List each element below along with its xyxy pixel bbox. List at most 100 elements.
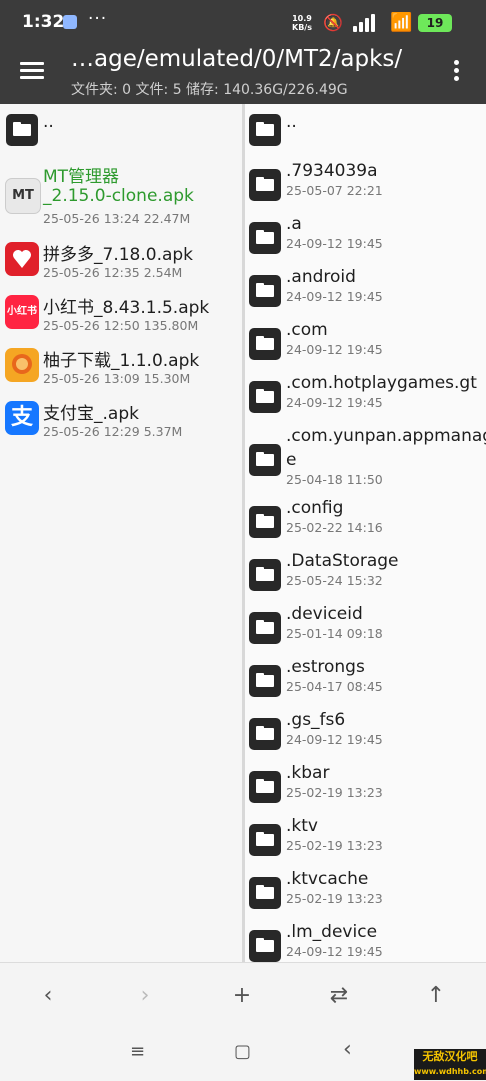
file-item[interactable]: 拼多多_7.18.0.apk 25-05-26 12:35 2.54M: [0, 240, 242, 286]
folder-item[interactable]: .a 24-09-12 19:45: [245, 214, 486, 267]
back-arrow-icon[interactable]: ‹: [28, 983, 68, 1008]
folder-item[interactable]: .gs_fs6 24-09-12 19:45: [245, 710, 486, 763]
file-item[interactable]: 柚子下载_1.1.0.apk 25-05-26 13:09 15.30M: [0, 346, 242, 392]
folder-meta: 24-09-12 19:45: [286, 236, 383, 251]
folder-name: .android: [286, 267, 356, 287]
folder-meta: 25-05-24 15:32: [286, 573, 383, 588]
folder-item[interactable]: .com.yunpan.appmanage e 25-04-18 11:50: [245, 426, 486, 498]
folder-icon: [249, 930, 281, 962]
file-item[interactable]: 支 支付宝_.apk 25-05-26 12:29 5.37M: [0, 399, 242, 445]
folder-item[interactable]: .ktv 25-02-19 13:23: [245, 816, 486, 869]
folder-name: .ktv: [286, 816, 318, 836]
folder-meta: 24-09-12 19:45: [286, 342, 383, 357]
network-speed: 10.9 KB/s: [292, 14, 312, 32]
folder-meta: 25-02-22 14:16: [286, 520, 383, 535]
file-item[interactable]: MT MT管理器 _2.15.0-clone.apk 25-05-26 13:2…: [0, 162, 242, 228]
add-icon[interactable]: +: [222, 983, 262, 1008]
pinduoduo-icon: [5, 242, 39, 276]
folder-item[interactable]: .lm_device 24-09-12 19:45: [245, 922, 486, 962]
folder-name: .7934039a: [286, 161, 378, 181]
folder-icon: [249, 877, 281, 909]
folder-icon: [249, 169, 281, 201]
current-path[interactable]: …age/emulated/0/MT2/apks/: [71, 46, 402, 72]
folder-icon: [249, 506, 281, 538]
folder-meta: 25-02-19 13:23: [286, 785, 383, 800]
folder-icon: [249, 381, 281, 413]
folder-icon: [249, 718, 281, 750]
folder-name: .kbar: [286, 763, 330, 783]
signal-icon: [353, 14, 379, 32]
forward-arrow-icon[interactable]: ›: [125, 983, 165, 1008]
folder-item[interactable]: .7934039a 25-05-07 22:21: [245, 161, 486, 214]
folder-meta: 25-02-19 13:23: [286, 891, 383, 906]
watermark-badge: 无敌汉化吧 www.wdhhb.com: [414, 1049, 486, 1080]
folder-icon: [249, 328, 281, 360]
folder-icon: [249, 665, 281, 697]
folder-meta: 25-02-19 13:23: [286, 838, 383, 853]
mt-manager-icon: MT: [5, 178, 41, 214]
folder-meta: 25-04-18 11:50: [286, 472, 383, 487]
xiaohongshu-icon: 小红书: [5, 295, 39, 329]
folder-icon: [249, 275, 281, 307]
more-options-button[interactable]: [452, 60, 460, 82]
parent-directory-item[interactable]: ..: [0, 104, 242, 154]
status-time: 1:32: [22, 12, 65, 32]
folder-name: .com.hotplaygames.gt: [286, 373, 477, 393]
nav-menu-icon[interactable]: ≡: [130, 1041, 145, 1062]
folder-item[interactable]: .com.hotplaygames.gt 24-09-12 19:45: [245, 373, 486, 426]
folder-meta: 24-09-12 19:45: [286, 732, 383, 747]
nav-back-icon[interactable]: ‹: [343, 1037, 352, 1062]
folder-icon: [249, 222, 281, 254]
status-bar: 1:32 ··· 10.9 KB/s 🔕 📶 19: [0, 0, 486, 46]
battery-indicator: 19: [418, 14, 452, 32]
folder-icon: [6, 114, 38, 146]
folder-name: .ktvcache: [286, 869, 369, 889]
more-notifications-icon: ···: [88, 9, 108, 29]
folder-name: .deviceid: [286, 604, 363, 624]
folder-meta: 25-05-07 22:21: [286, 183, 383, 198]
left-file-pane[interactable]: .. MT MT管理器 _2.15.0-clone.apk 25-05-26 1…: [0, 104, 242, 962]
youzi-icon: [5, 348, 39, 382]
storage-info: 文件夹: 0 文件: 5 储存: 140.36G/226.49G: [71, 82, 348, 98]
folder-name: .com.yunpan.appmanage: [286, 426, 486, 446]
swap-panes-icon[interactable]: ⇄: [319, 983, 359, 1008]
folder-name: .config: [286, 498, 344, 518]
folder-item[interactable]: .config 25-02-22 14:16: [245, 498, 486, 551]
folder-name: .DataStorage: [286, 551, 399, 571]
folder-item[interactable]: .estrongs 25-04-17 08:45: [245, 657, 486, 710]
folder-meta: 25-04-17 08:45: [286, 679, 383, 694]
folder-icon: [249, 612, 281, 644]
parent-directory-item[interactable]: ..: [245, 104, 486, 150]
folder-item[interactable]: .com 24-09-12 19:45: [245, 320, 486, 373]
folder-meta: 24-09-12 19:45: [286, 395, 383, 410]
folder-name-wrap: e: [286, 450, 297, 470]
folder-item[interactable]: .android 24-09-12 19:45: [245, 267, 486, 320]
folder-icon: [249, 824, 281, 856]
file-item[interactable]: 小红书 小红书_8.43.1.5.apk 25-05-26 12:50 135.…: [0, 293, 242, 339]
alipay-icon: 支: [5, 401, 39, 435]
folder-name: .gs_fs6: [286, 710, 346, 730]
folder-meta: 25-01-14 09:18: [286, 626, 383, 641]
folder-icon: [249, 771, 281, 803]
folder-meta: 24-09-12 19:45: [286, 289, 383, 304]
nav-home-icon[interactable]: ▢: [234, 1041, 251, 1062]
right-file-pane[interactable]: .. .7934039a 25-05-07 22:21 .a 24-09-12 19:…: [245, 104, 486, 962]
mute-icon: 🔕: [323, 13, 343, 32]
folder-icon: [249, 559, 281, 591]
folder-item[interactable]: .kbar 25-02-19 13:23: [245, 763, 486, 816]
folder-icon: [249, 114, 281, 146]
wifi-icon: 📶: [390, 12, 413, 33]
app-bar: 1:32 ··· 10.9 KB/s 🔕 📶 19 …age/emulated/0…: [0, 0, 486, 104]
folder-name: .a: [286, 214, 302, 234]
folder-item[interactable]: .DataStorage 25-05-24 15:32: [245, 551, 486, 604]
folder-name: .estrongs: [286, 657, 365, 677]
folder-item[interactable]: .deviceid 25-01-14 09:18: [245, 604, 486, 657]
folder-icon: [249, 444, 281, 476]
folder-item[interactable]: .ktvcache 25-02-19 13:23: [245, 869, 486, 922]
folder-meta: 24-09-12 19:45: [286, 944, 383, 959]
menu-button[interactable]: [20, 62, 44, 80]
folder-name: .lm_device: [286, 922, 378, 942]
folder-name: .com: [286, 320, 328, 340]
go-up-icon[interactable]: ↑: [416, 983, 456, 1008]
notification-icon: [63, 15, 77, 29]
